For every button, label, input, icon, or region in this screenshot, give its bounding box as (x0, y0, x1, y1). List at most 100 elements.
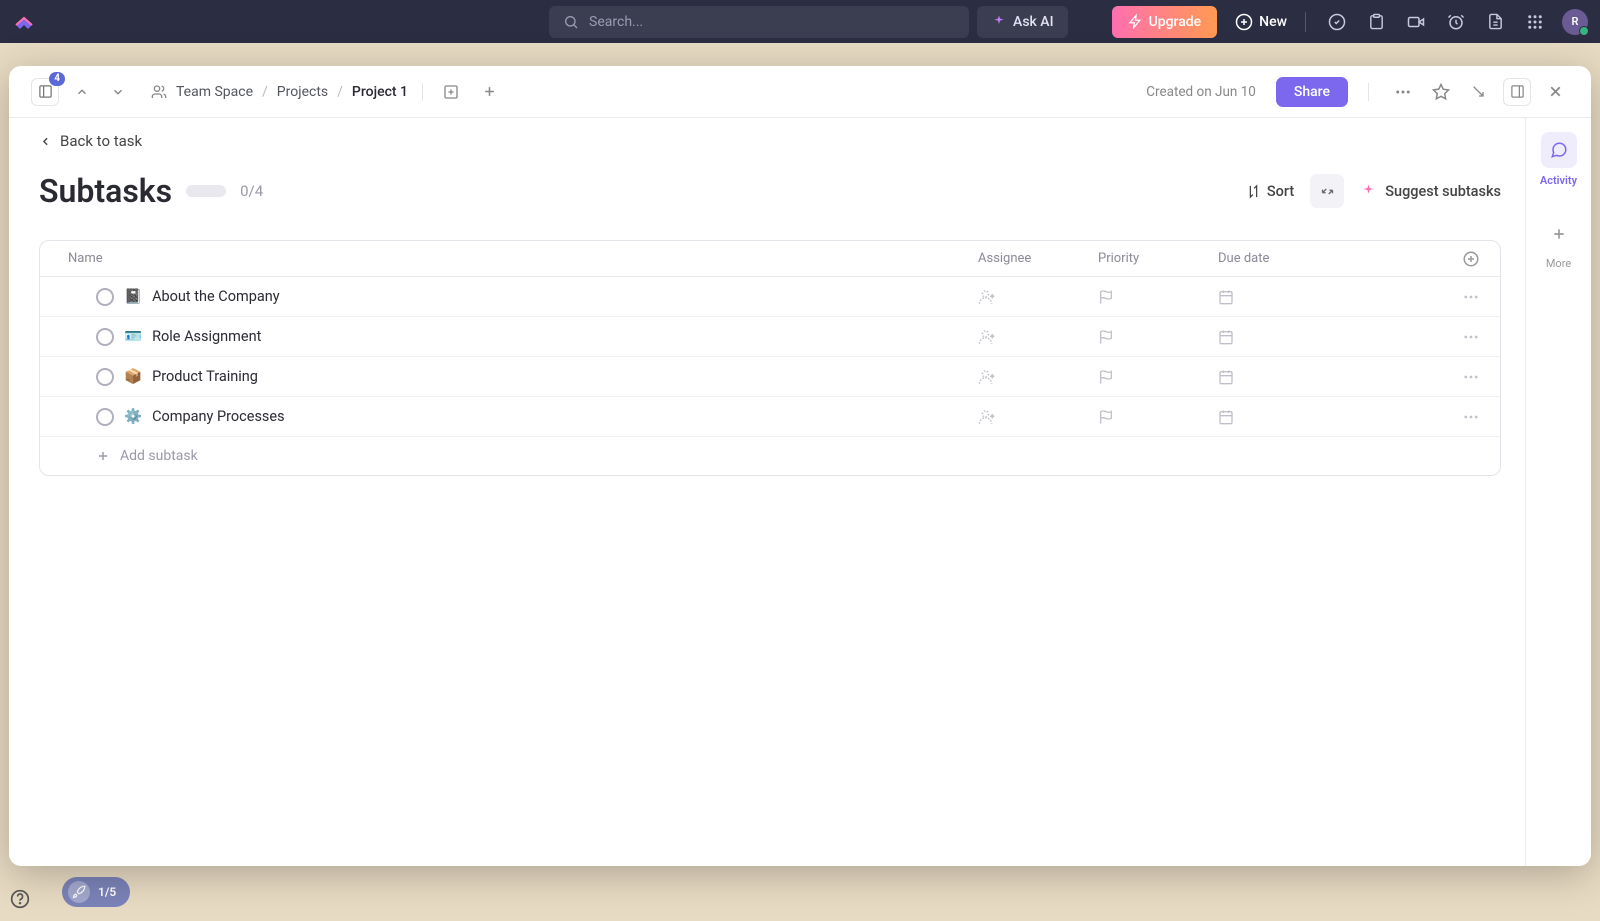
task-modal: 4 Team Space / Projects / Project 1 Crea… (9, 66, 1591, 866)
name-cell: ⚙️ Company Processes (60, 408, 978, 426)
add-button[interactable] (475, 78, 503, 106)
modal-body: Back to task Subtasks 0/4 Sort Su (9, 118, 1591, 866)
col-assignee: Assignee (978, 251, 1098, 266)
priority-button[interactable] (1098, 369, 1218, 385)
plus-icon (96, 449, 110, 463)
name-cell: 📓 About the Company (60, 288, 978, 306)
row-more-button[interactable] (1418, 408, 1480, 426)
share-button[interactable]: Share (1276, 77, 1348, 107)
back-to-task-link[interactable]: Back to task (39, 118, 1501, 172)
alarm-icon[interactable] (1447, 13, 1465, 31)
plus-circle-icon (1235, 13, 1253, 31)
sort-button[interactable]: Sort (1246, 183, 1294, 200)
activity-button[interactable] (1541, 132, 1577, 168)
share-label: Share (1294, 84, 1330, 100)
help-button[interactable] (6, 885, 34, 913)
prev-task-button[interactable] (69, 79, 95, 105)
modal-content: Back to task Subtasks 0/4 Sort Su (9, 118, 1525, 866)
status-circle[interactable] (96, 328, 114, 346)
due-date-button[interactable] (1218, 289, 1418, 305)
table-row[interactable]: ⚙️ Company Processes (40, 397, 1500, 437)
search-input[interactable]: Search... (549, 6, 969, 38)
modal-header: 4 Team Space / Projects / Project 1 Crea… (9, 66, 1591, 118)
breadcrumb-space[interactable]: Team Space (176, 84, 253, 100)
add-subtask-label: Add subtask (120, 448, 198, 464)
rail-add-button[interactable] (1544, 219, 1574, 249)
sidebar-badge: 4 (49, 72, 65, 86)
assignee-button[interactable] (978, 408, 1098, 426)
app-logo[interactable] (12, 10, 36, 34)
sparkle-icon (1360, 183, 1377, 200)
table-row[interactable]: 📓 About the Company (40, 277, 1500, 317)
row-more-button[interactable] (1418, 368, 1480, 386)
upgrade-button[interactable]: Upgrade (1112, 6, 1218, 38)
avatar-letter: R (1572, 15, 1579, 28)
new-window-button[interactable] (437, 78, 465, 106)
subtasks-table: Name Assignee Priority Due date 📓 About t… (39, 240, 1501, 476)
collapse-button[interactable] (1310, 174, 1344, 208)
expand-button[interactable] (1503, 78, 1531, 106)
table-header: Name Assignee Priority Due date (40, 241, 1500, 277)
minimize-button[interactable] (1465, 78, 1493, 106)
activity-label: Activity (1540, 174, 1577, 187)
back-label: Back to task (60, 132, 142, 150)
notepad-icon[interactable] (1487, 13, 1504, 30)
favorite-button[interactable] (1427, 78, 1455, 106)
sidebar-toggle[interactable]: 4 (31, 78, 59, 106)
col-priority: Priority (1098, 251, 1218, 266)
suggest-subtasks-button[interactable]: Suggest subtasks (1360, 183, 1501, 200)
row-more-button[interactable] (1418, 328, 1480, 346)
apps-icon[interactable] (1526, 13, 1544, 31)
assignee-button[interactable] (978, 328, 1098, 346)
task-name: About the Company (152, 288, 280, 305)
new-button[interactable]: New (1235, 13, 1287, 31)
suggest-label: Suggest subtasks (1385, 183, 1501, 200)
rail-more-label: More (1546, 257, 1571, 270)
next-task-button[interactable] (105, 79, 131, 105)
name-cell: 📦Product Training (60, 368, 978, 386)
task-emoji: 📓 (124, 288, 142, 305)
close-button[interactable] (1541, 78, 1569, 106)
status-circle[interactable] (96, 368, 114, 386)
onboarding-text: 1/5 (98, 885, 116, 899)
page-title: Subtasks (39, 172, 172, 210)
table-row[interactable]: 📦Product Training (40, 357, 1500, 397)
ask-ai-label: Ask AI (1013, 14, 1054, 30)
due-date-button[interactable] (1218, 369, 1418, 385)
status-circle[interactable] (96, 408, 114, 426)
task-emoji: ⚙️ (124, 408, 142, 425)
priority-button[interactable] (1098, 289, 1218, 305)
assignee-button[interactable] (978, 368, 1098, 386)
breadcrumb-folder[interactable]: Projects (277, 84, 328, 100)
people-icon (151, 84, 167, 100)
sort-icon (1246, 184, 1261, 199)
divider (1305, 12, 1306, 32)
priority-button[interactable] (1098, 409, 1218, 425)
global-top-bar: Search... Ask AI Upgrade New R (0, 0, 1600, 43)
table-row[interactable]: 🪪Role Assignment (40, 317, 1500, 357)
more-menu-button[interactable] (1389, 78, 1417, 106)
sort-label: Sort (1267, 183, 1294, 200)
upgrade-icon (1128, 14, 1143, 29)
priority-button[interactable] (1098, 329, 1218, 345)
check-circle-icon[interactable] (1328, 13, 1346, 31)
task-emoji: 📦 (124, 368, 142, 385)
top-icon-group (1328, 13, 1544, 31)
add-subtask-button[interactable]: Add subtask (60, 448, 978, 464)
clipboard-icon[interactable] (1368, 13, 1385, 30)
due-date-button[interactable] (1218, 329, 1418, 345)
due-date-button[interactable] (1218, 409, 1418, 425)
video-icon[interactable] (1407, 13, 1425, 31)
breadcrumb-task[interactable]: Project 1 (352, 84, 408, 100)
breadcrumb-separator: / (262, 84, 268, 100)
task-name: Company Processes (152, 408, 285, 425)
col-add[interactable] (1418, 250, 1480, 268)
row-more-button[interactable] (1418, 288, 1480, 306)
status-circle[interactable] (96, 288, 114, 306)
onboarding-progress[interactable]: 1/5 (62, 877, 130, 907)
ask-ai-button[interactable]: Ask AI (977, 6, 1068, 38)
created-on-text: Created on Jun 10 (1146, 84, 1256, 100)
user-avatar[interactable]: R (1562, 9, 1588, 35)
assignee-button[interactable] (978, 288, 1098, 306)
title-actions: Sort Suggest subtasks (1246, 174, 1501, 208)
